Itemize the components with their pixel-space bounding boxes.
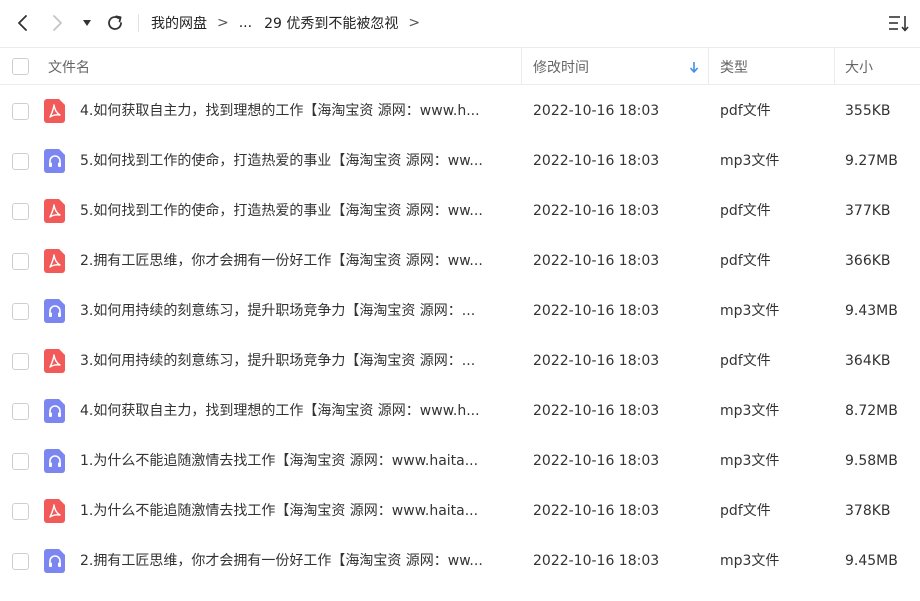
row-checkbox[interactable] (12, 103, 29, 120)
file-modified-time: 2022-10-16 18:03 (533, 453, 660, 469)
file-type: mp3文件 (720, 303, 780, 319)
table-row[interactable]: 3.如何用持续的刻意练习，提升职场竞争力【海淘宝资 源网：... 2022-10-… (0, 336, 920, 386)
row-checkbox[interactable] (12, 303, 29, 320)
column-header-size[interactable]: 大小 (845, 48, 873, 85)
file-type: mp3文件 (720, 553, 780, 569)
history-dropdown-button[interactable] (78, 6, 96, 40)
breadcrumb-root[interactable]: 我的网盘 (151, 13, 207, 33)
file-type: mp3文件 (720, 403, 780, 419)
mp3-file-icon (44, 449, 66, 473)
table-row[interactable]: 2.拥有工匠思维，你才会拥有一份好工作【海淘宝资 源网：ww... 2022-10… (0, 536, 920, 586)
file-size: 364KB (845, 353, 891, 369)
chevron-left-icon (18, 15, 27, 31)
file-size: 366KB (845, 253, 891, 269)
breadcrumb-separator: > (217, 15, 229, 31)
file-size: 9.43MB (845, 303, 898, 319)
file-name[interactable]: 4.如何获取自主力，找到理想的工作【海淘宝资 源网：www.h... (80, 86, 512, 136)
row-checkbox[interactable] (12, 503, 29, 520)
file-modified-time: 2022-10-16 18:03 (533, 353, 660, 369)
column-header-type[interactable]: 类型 (720, 48, 748, 85)
pdf-file-icon (44, 199, 66, 223)
pdf-file-icon (44, 349, 66, 373)
row-checkbox[interactable] (12, 203, 29, 220)
file-name[interactable]: 5.如何找到工作的使命，打造热爱的事业【海淘宝资 源网：ww... (80, 186, 512, 236)
file-type: pdf文件 (720, 503, 771, 519)
mp3-file-icon (44, 299, 66, 323)
mp3-file-icon (44, 149, 66, 173)
file-type: mp3文件 (720, 453, 780, 469)
sort-list-icon (889, 16, 909, 32)
file-modified-time: 2022-10-16 18:03 (533, 503, 660, 519)
file-name[interactable]: 2.拥有工匠思维，你才会拥有一份好工作【海淘宝资 源网：ww... (80, 236, 512, 286)
file-modified-time: 2022-10-16 18:03 (533, 153, 660, 169)
mp3-file-icon (44, 549, 66, 573)
table-row[interactable]: 3.如何用持续的刻意练习，提升职场竞争力【海淘宝资 源网：... 2022-10-… (0, 286, 920, 336)
file-modified-time: 2022-10-16 18:03 (533, 103, 660, 119)
file-modified-time: 2022-10-16 18:03 (533, 253, 660, 269)
table-row[interactable]: 1.为什么不能追随激情去找工作【海淘宝资 源网：www.haita... 2022… (0, 436, 920, 486)
file-size: 378KB (845, 503, 891, 519)
file-name[interactable]: 4.如何获取自主力，找到理想的工作【海淘宝资 源网：www.h... (80, 386, 512, 436)
column-header-name[interactable]: 文件名 (48, 48, 90, 85)
row-checkbox[interactable] (12, 453, 29, 470)
file-name[interactable]: 5.如何找到工作的使命，打造热爱的事业【海淘宝资 源网：ww... (80, 136, 512, 186)
column-divider (521, 48, 522, 85)
row-checkbox[interactable] (12, 253, 29, 270)
file-type: mp3文件 (720, 153, 780, 169)
file-type: pdf文件 (720, 253, 771, 269)
file-name[interactable]: 2.拥有工匠思维，你才会拥有一份好工作【海淘宝资 源网：ww... (80, 536, 512, 586)
file-name[interactable]: 1.为什么不能追随激情去找工作【海淘宝资 源网：www.haita... (80, 436, 512, 486)
breadcrumb-separator: > (408, 15, 421, 31)
table-row[interactable]: 5.如何找到工作的使命，打造热爱的事业【海淘宝资 源网：ww... 2022-10… (0, 136, 920, 186)
toolbar-divider (138, 14, 139, 32)
column-divider (834, 48, 835, 85)
row-checkbox[interactable] (12, 403, 29, 420)
table-row[interactable]: 4.如何获取自主力，找到理想的工作【海淘宝资 源网：www.h... 2022-1… (0, 386, 920, 436)
file-name[interactable]: 1.为什么不能追随激情去找工作【海淘宝资 源网：www.haita... (80, 486, 512, 536)
file-type: pdf文件 (720, 103, 771, 119)
column-divider (708, 48, 709, 85)
file-type: pdf文件 (720, 203, 771, 219)
breadcrumb-current[interactable]: 29 优秀到不能被忽视 (264, 13, 398, 33)
file-modified-time: 2022-10-16 18:03 (533, 403, 660, 419)
file-list: 4.如何获取自主力，找到理想的工作【海淘宝资 源网：www.h... 2022-1… (0, 86, 920, 586)
back-button[interactable] (6, 6, 40, 40)
file-type: pdf文件 (720, 353, 771, 369)
file-name[interactable]: 3.如何用持续的刻意练习，提升职场竞争力【海淘宝资 源网：... (80, 336, 512, 386)
chevron-right-icon (53, 15, 62, 31)
caret-down-icon (83, 20, 91, 26)
file-size: 9.27MB (845, 153, 898, 169)
mp3-file-icon (44, 399, 66, 423)
breadcrumb-ellipsis[interactable]: ... (239, 15, 252, 31)
pdf-file-icon (44, 249, 66, 273)
file-modified-time: 2022-10-16 18:03 (533, 553, 660, 569)
table-row[interactable]: 5.如何找到工作的使命，打造热爱的事业【海淘宝资 源网：ww... 2022-10… (0, 186, 920, 236)
row-checkbox[interactable] (12, 153, 29, 170)
table-row[interactable]: 4.如何获取自主力，找到理想的工作【海淘宝资 源网：www.h... 2022-1… (0, 86, 920, 136)
toolbar: 我的网盘 > ... 29 优秀到不能被忽视 > (0, 0, 920, 46)
sort-descending-icon[interactable] (689, 48, 699, 85)
file-size: 377KB (845, 203, 891, 219)
file-size: 8.72MB (845, 403, 898, 419)
refresh-icon (108, 15, 122, 30)
table-header: 文件名 修改时间 类型 大小 (0, 47, 920, 85)
file-size: 9.45MB (845, 553, 898, 569)
column-header-modified[interactable]: 修改时间 (533, 48, 589, 85)
forward-button[interactable] (40, 6, 74, 40)
file-modified-time: 2022-10-16 18:03 (533, 203, 660, 219)
refresh-button[interactable] (98, 6, 132, 40)
select-all-checkbox[interactable] (12, 58, 29, 75)
file-name[interactable]: 3.如何用持续的刻意练习，提升职场竞争力【海淘宝资 源网：... (80, 286, 512, 336)
row-checkbox[interactable] (12, 553, 29, 570)
pdf-file-icon (44, 99, 66, 123)
pdf-file-icon (44, 499, 66, 523)
sort-menu-button[interactable] (886, 10, 912, 36)
file-modified-time: 2022-10-16 18:03 (533, 303, 660, 319)
table-row[interactable]: 2.拥有工匠思维，你才会拥有一份好工作【海淘宝资 源网：ww... 2022-10… (0, 236, 920, 286)
table-row[interactable]: 1.为什么不能追随激情去找工作【海淘宝资 源网：www.haita... 2022… (0, 486, 920, 536)
row-checkbox[interactable] (12, 353, 29, 370)
file-size: 355KB (845, 103, 891, 119)
file-size: 9.58MB (845, 453, 898, 469)
